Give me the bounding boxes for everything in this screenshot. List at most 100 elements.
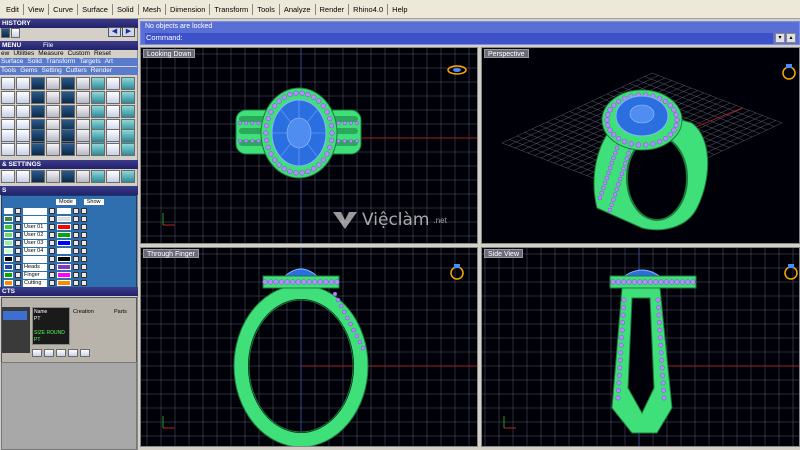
layer-name[interactable] <box>23 215 47 223</box>
tab-art[interactable]: Art <box>105 58 113 66</box>
toolbar-tool-icon[interactable] <box>106 105 120 118</box>
toolbar-tool-icon[interactable] <box>31 77 45 90</box>
toolbar-tool-icon[interactable] <box>106 143 120 156</box>
object-list-entry[interactable]: SIZE ROUND <box>34 330 68 337</box>
toolbar-tool-icon[interactable] <box>91 105 105 118</box>
layer-row[interactable] <box>4 255 136 263</box>
layer-color-swatch-2[interactable] <box>57 256 71 262</box>
layer-lock-checkbox[interactable] <box>49 264 55 270</box>
toolbar-tool-icon[interactable] <box>76 91 90 104</box>
layer-mode-checkbox[interactable] <box>73 248 79 254</box>
layer-lock-checkbox[interactable] <box>49 240 55 246</box>
layer-name[interactable]: User 04 <box>23 247 47 255</box>
history-record-icon[interactable] <box>1 28 10 38</box>
layer-color-swatch[interactable] <box>4 240 13 246</box>
layer-row[interactable]: User 01 <box>4 223 136 231</box>
toolbar-tool-icon[interactable] <box>121 105 135 118</box>
toolbar-tool-icon[interactable] <box>121 77 135 90</box>
menu-curve[interactable]: Curve <box>49 5 77 14</box>
layer-mode-checkbox[interactable] <box>73 224 79 230</box>
toolbar-tool-icon[interactable] <box>46 77 60 90</box>
object-list-entry[interactable] <box>34 323 68 330</box>
menu-render[interactable]: Render <box>316 5 349 14</box>
objects-action-button[interactable] <box>44 349 54 357</box>
layer-row[interactable]: User 02 <box>4 231 136 239</box>
layer-name[interactable]: Finger <box>23 271 47 279</box>
layer-lock-checkbox[interactable] <box>49 216 55 222</box>
toolbar-tool-icon[interactable] <box>46 129 60 142</box>
toolbar-tool-icon[interactable] <box>1 143 15 156</box>
toolbar-tool-icon[interactable] <box>91 143 105 156</box>
menu-tools[interactable]: Tools <box>253 5 279 14</box>
toolbar-tool-icon[interactable] <box>16 91 30 104</box>
layer-row[interactable]: Heads <box>4 263 136 271</box>
menu-view[interactable]: View <box>24 5 48 14</box>
toolbar-tool-icon[interactable] <box>16 170 30 183</box>
objects-list[interactable]: Name PT SIZE ROUND PT <box>32 307 70 345</box>
toolbar-tool-icon[interactable] <box>16 143 30 156</box>
layer-mode-checkbox[interactable] <box>73 256 79 262</box>
layer-lock-checkbox[interactable] <box>49 280 55 286</box>
viewport-side-view[interactable]: Side View <box>481 247 800 447</box>
viewport-through-finger[interactable]: Through Finger <box>140 247 478 447</box>
layer-mode-checkbox[interactable] <box>73 240 79 246</box>
toolbar-tool-icon[interactable] <box>46 170 60 183</box>
layer-lock-checkbox[interactable] <box>49 208 55 214</box>
toolbar-tool-icon[interactable] <box>16 105 30 118</box>
layer-color-swatch-2[interactable] <box>57 248 71 254</box>
layer-color-swatch[interactable] <box>4 272 13 278</box>
layer-show-checkbox[interactable] <box>81 248 87 254</box>
layer-color-swatch-2[interactable] <box>57 280 71 286</box>
layer-visible-checkbox[interactable] <box>15 232 21 238</box>
layer-show-checkbox[interactable] <box>81 264 87 270</box>
tab-surface[interactable]: Surface <box>1 58 23 66</box>
ring-preview-icon[interactable] <box>450 264 464 280</box>
toolbar-tool-icon[interactable] <box>76 105 90 118</box>
layer-color-swatch-2[interactable] <box>57 264 71 270</box>
tab-custom[interactable]: Custom <box>68 50 90 58</box>
ring-preview-icon[interactable] <box>782 64 796 80</box>
layer-name[interactable] <box>23 207 47 215</box>
toolbar-tool-icon[interactable] <box>121 129 135 142</box>
layer-color-swatch[interactable] <box>4 256 13 262</box>
gem-preview-icon[interactable] <box>447 65 467 75</box>
layer-visible-checkbox[interactable] <box>15 224 21 230</box>
tab-render[interactable]: Render <box>91 67 112 75</box>
layer-name[interactable]: User 02 <box>23 231 47 239</box>
objects-selected-item[interactable] <box>3 311 27 320</box>
object-list-entry[interactable]: Name <box>34 309 68 316</box>
toolbar-tool-icon[interactable] <box>121 170 135 183</box>
layer-lock-checkbox[interactable] <box>49 232 55 238</box>
layer-name[interactable]: Heads <box>23 263 47 271</box>
toolbar-tool-icon[interactable] <box>61 129 75 142</box>
menu-file-label[interactable]: File <box>43 42 53 49</box>
layer-name[interactable]: Cutting <box>23 279 47 287</box>
layer-lock-checkbox[interactable] <box>49 248 55 254</box>
layer-visible-checkbox[interactable] <box>15 208 21 214</box>
tab-solid[interactable]: Solid <box>27 58 41 66</box>
layer-visible-checkbox[interactable] <box>15 216 21 222</box>
layer-visible-checkbox[interactable] <box>15 280 21 286</box>
toolbar-tool-icon[interactable] <box>31 105 45 118</box>
menu-mesh[interactable]: Mesh <box>139 5 165 14</box>
ring-preview-icon[interactable] <box>784 264 798 280</box>
toolbar-tool-icon[interactable] <box>46 143 60 156</box>
layer-color-swatch-2[interactable] <box>57 240 71 246</box>
toolbar-tool-icon[interactable] <box>1 129 15 142</box>
layer-name[interactable]: User 01 <box>23 223 47 231</box>
viewport-title-side-view[interactable]: Side View <box>484 249 524 258</box>
objects-action-button[interactable] <box>68 349 78 357</box>
layer-visible-checkbox[interactable] <box>15 264 21 270</box>
command-input[interactable]: Command: <box>145 33 773 44</box>
layer-show-checkbox[interactable] <box>81 256 87 262</box>
toolbar-tool-icon[interactable] <box>76 143 90 156</box>
toolbar-tool-icon[interactable] <box>121 91 135 104</box>
toolbar-tool-icon[interactable] <box>76 77 90 90</box>
layer-visible-checkbox[interactable] <box>15 256 21 262</box>
viewport-perspective[interactable]: Perspective <box>481 47 800 244</box>
layer-mode-checkbox[interactable] <box>73 272 79 278</box>
layer-mode-checkbox[interactable] <box>73 208 79 214</box>
toolbar-tool-icon[interactable] <box>61 143 75 156</box>
menu-surface[interactable]: Surface <box>78 5 112 14</box>
toolbar-tool-icon[interactable] <box>31 91 45 104</box>
